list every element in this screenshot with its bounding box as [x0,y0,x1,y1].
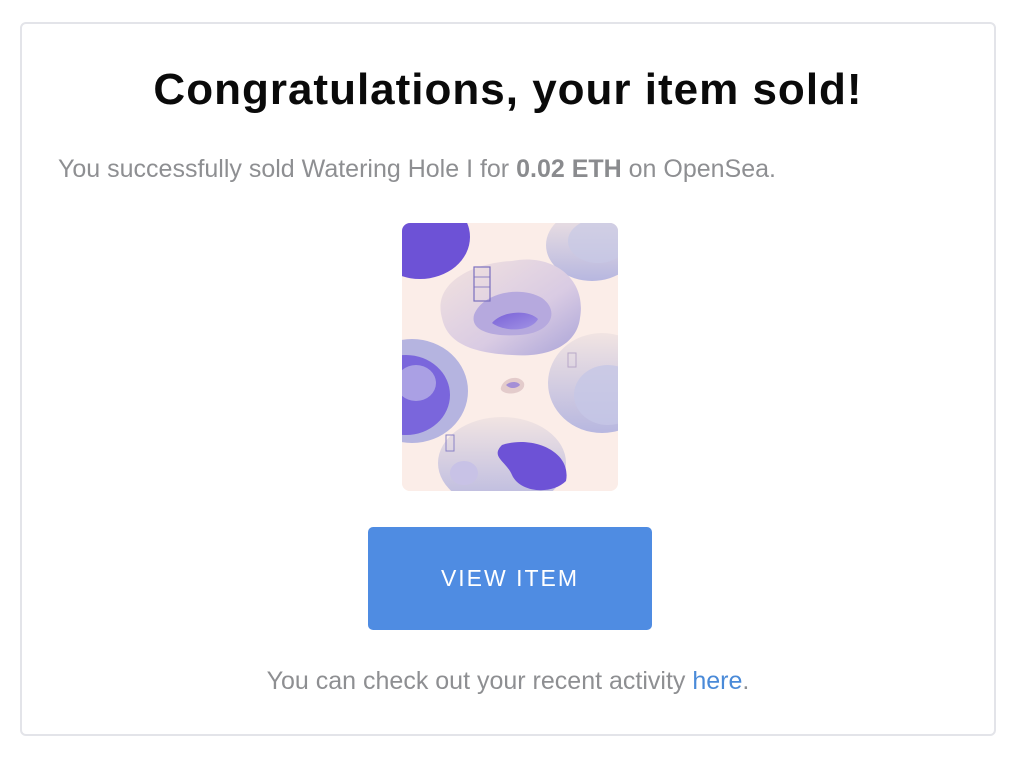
sale-summary-suffix: on OpenSea. [621,155,776,183]
sale-notification-card: Congratulations, your item sold! You suc… [20,22,996,736]
page-title: Congratulations, your item sold! [153,65,863,114]
footer-text: You can check out your recent activity [266,667,693,695]
sale-summary: You successfully sold Watering Hole I fo… [58,152,776,186]
nft-artwork-image[interactable] [402,223,618,491]
recent-activity-link[interactable]: here [692,667,742,695]
recent-activity-note: You can check out your recent activity h… [22,664,994,698]
artwork-illustration [402,223,618,491]
view-item-button[interactable]: VIEW ITEM [368,527,652,630]
sale-price: 0.02 ETH [516,155,622,183]
sale-summary-prefix: You successfully sold Watering Hole I fo… [58,155,517,183]
footer-period: . [742,667,750,695]
